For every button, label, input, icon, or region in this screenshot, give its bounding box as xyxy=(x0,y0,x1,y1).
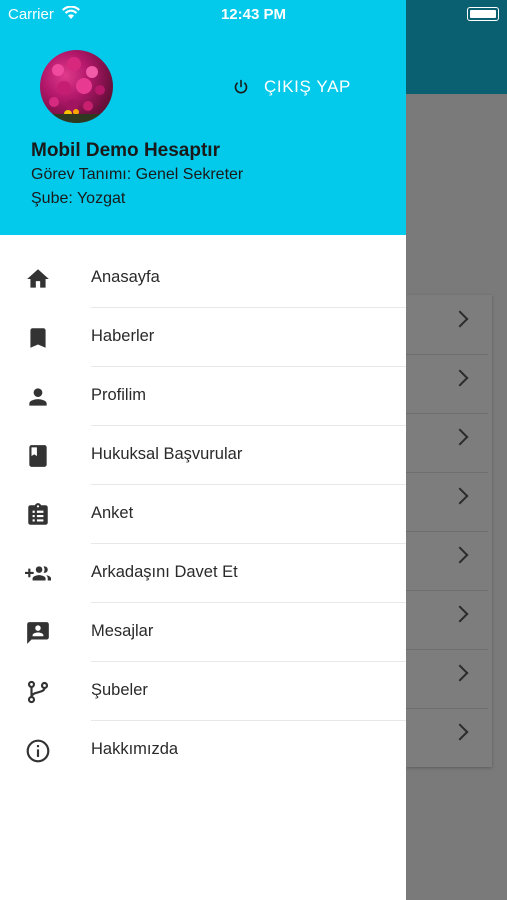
clock: 12:43 PM xyxy=(220,6,287,23)
menu-item-label: Haberler xyxy=(91,327,155,345)
battery-icon xyxy=(467,7,499,21)
menu-item-label: Anket xyxy=(91,504,134,522)
background-list-row[interactable] xyxy=(406,531,488,591)
menu-item-anket[interactable]: Anket xyxy=(0,485,406,544)
group-add-icon xyxy=(25,566,51,581)
chevron-right-icon xyxy=(451,310,469,328)
logout-label: ÇIKIŞ YAP xyxy=(264,77,351,96)
menu-item-subeler[interactable]: Şubeler xyxy=(0,662,406,721)
user-name: Mobil Demo Hesaptır xyxy=(31,140,220,161)
user-role: Görev Tanımı: Genel Sekreter xyxy=(31,166,244,183)
flowers-photo xyxy=(40,57,113,123)
background-list-row[interactable] xyxy=(406,413,488,473)
background-list-row[interactable] xyxy=(406,295,488,355)
chevron-right-icon xyxy=(451,664,469,682)
menu-item-label: Hakkımızda xyxy=(91,740,179,758)
info-icon xyxy=(26,739,50,763)
menu-item-label: Hukuksal Başvurular xyxy=(91,445,243,463)
menu-item-arkadasini-davet-et[interactable]: Arkadaşını Davet Et xyxy=(0,544,406,603)
chat-person-icon xyxy=(27,622,49,644)
menu-item-label: Profilim xyxy=(91,386,147,404)
chevron-right-icon xyxy=(451,487,469,505)
chevron-right-icon xyxy=(451,605,469,623)
chevron-right-icon xyxy=(451,428,469,446)
menu-item-label: Anasayfa xyxy=(91,268,160,286)
clipboard-list-icon xyxy=(28,503,48,525)
menu-item-haberler[interactable]: Haberler xyxy=(0,308,406,367)
background-list-row[interactable] xyxy=(406,649,488,709)
avatar[interactable] xyxy=(40,50,113,123)
menu-item-profilim[interactable]: Profilim xyxy=(0,367,406,426)
user-branch: Şube: Yozgat xyxy=(31,190,126,207)
power-icon xyxy=(234,79,248,94)
chevron-right-icon xyxy=(451,369,469,387)
menu-item-label: Arkadaşını Davet Et xyxy=(91,563,238,581)
chevron-right-icon xyxy=(451,546,469,564)
menu-item-mesajlar[interactable]: Mesajlar xyxy=(0,603,406,662)
book-icon xyxy=(29,445,47,467)
drawer-header: ÇIKIŞ YAP Mobil Demo Hesaptır Görev Tanı… xyxy=(0,0,406,235)
background-list-row[interactable] xyxy=(406,472,488,532)
logout-button[interactable]: ÇIKIŞ YAP xyxy=(232,76,351,98)
chevron-right-icon xyxy=(451,723,469,741)
background-list-row[interactable] xyxy=(406,354,488,414)
menu-item-label: Şubeler xyxy=(91,681,148,699)
branch-icon xyxy=(27,680,49,704)
bookmark-icon xyxy=(30,328,46,348)
status-bar: Carrier 12:43 PM xyxy=(0,0,507,28)
navigation-drawer: ÇIKIŞ YAP Mobil Demo Hesaptır Görev Tanı… xyxy=(0,0,406,900)
menu-item-label: Mesajlar xyxy=(91,622,154,640)
drawer-menu: Anasayfa Haberler Profilim Hukuksal Başv… xyxy=(0,249,406,780)
person-icon xyxy=(29,388,47,406)
menu-item-hakkimizda[interactable]: Hakkımızda xyxy=(0,721,406,780)
menu-item-hukuksal-basvurular[interactable]: Hukuksal Başvurular xyxy=(0,426,406,485)
background-list-row[interactable] xyxy=(406,708,488,767)
background-list-row[interactable] xyxy=(406,590,488,650)
menu-item-anasayfa[interactable]: Anasayfa xyxy=(0,249,406,308)
home-icon xyxy=(27,269,49,288)
